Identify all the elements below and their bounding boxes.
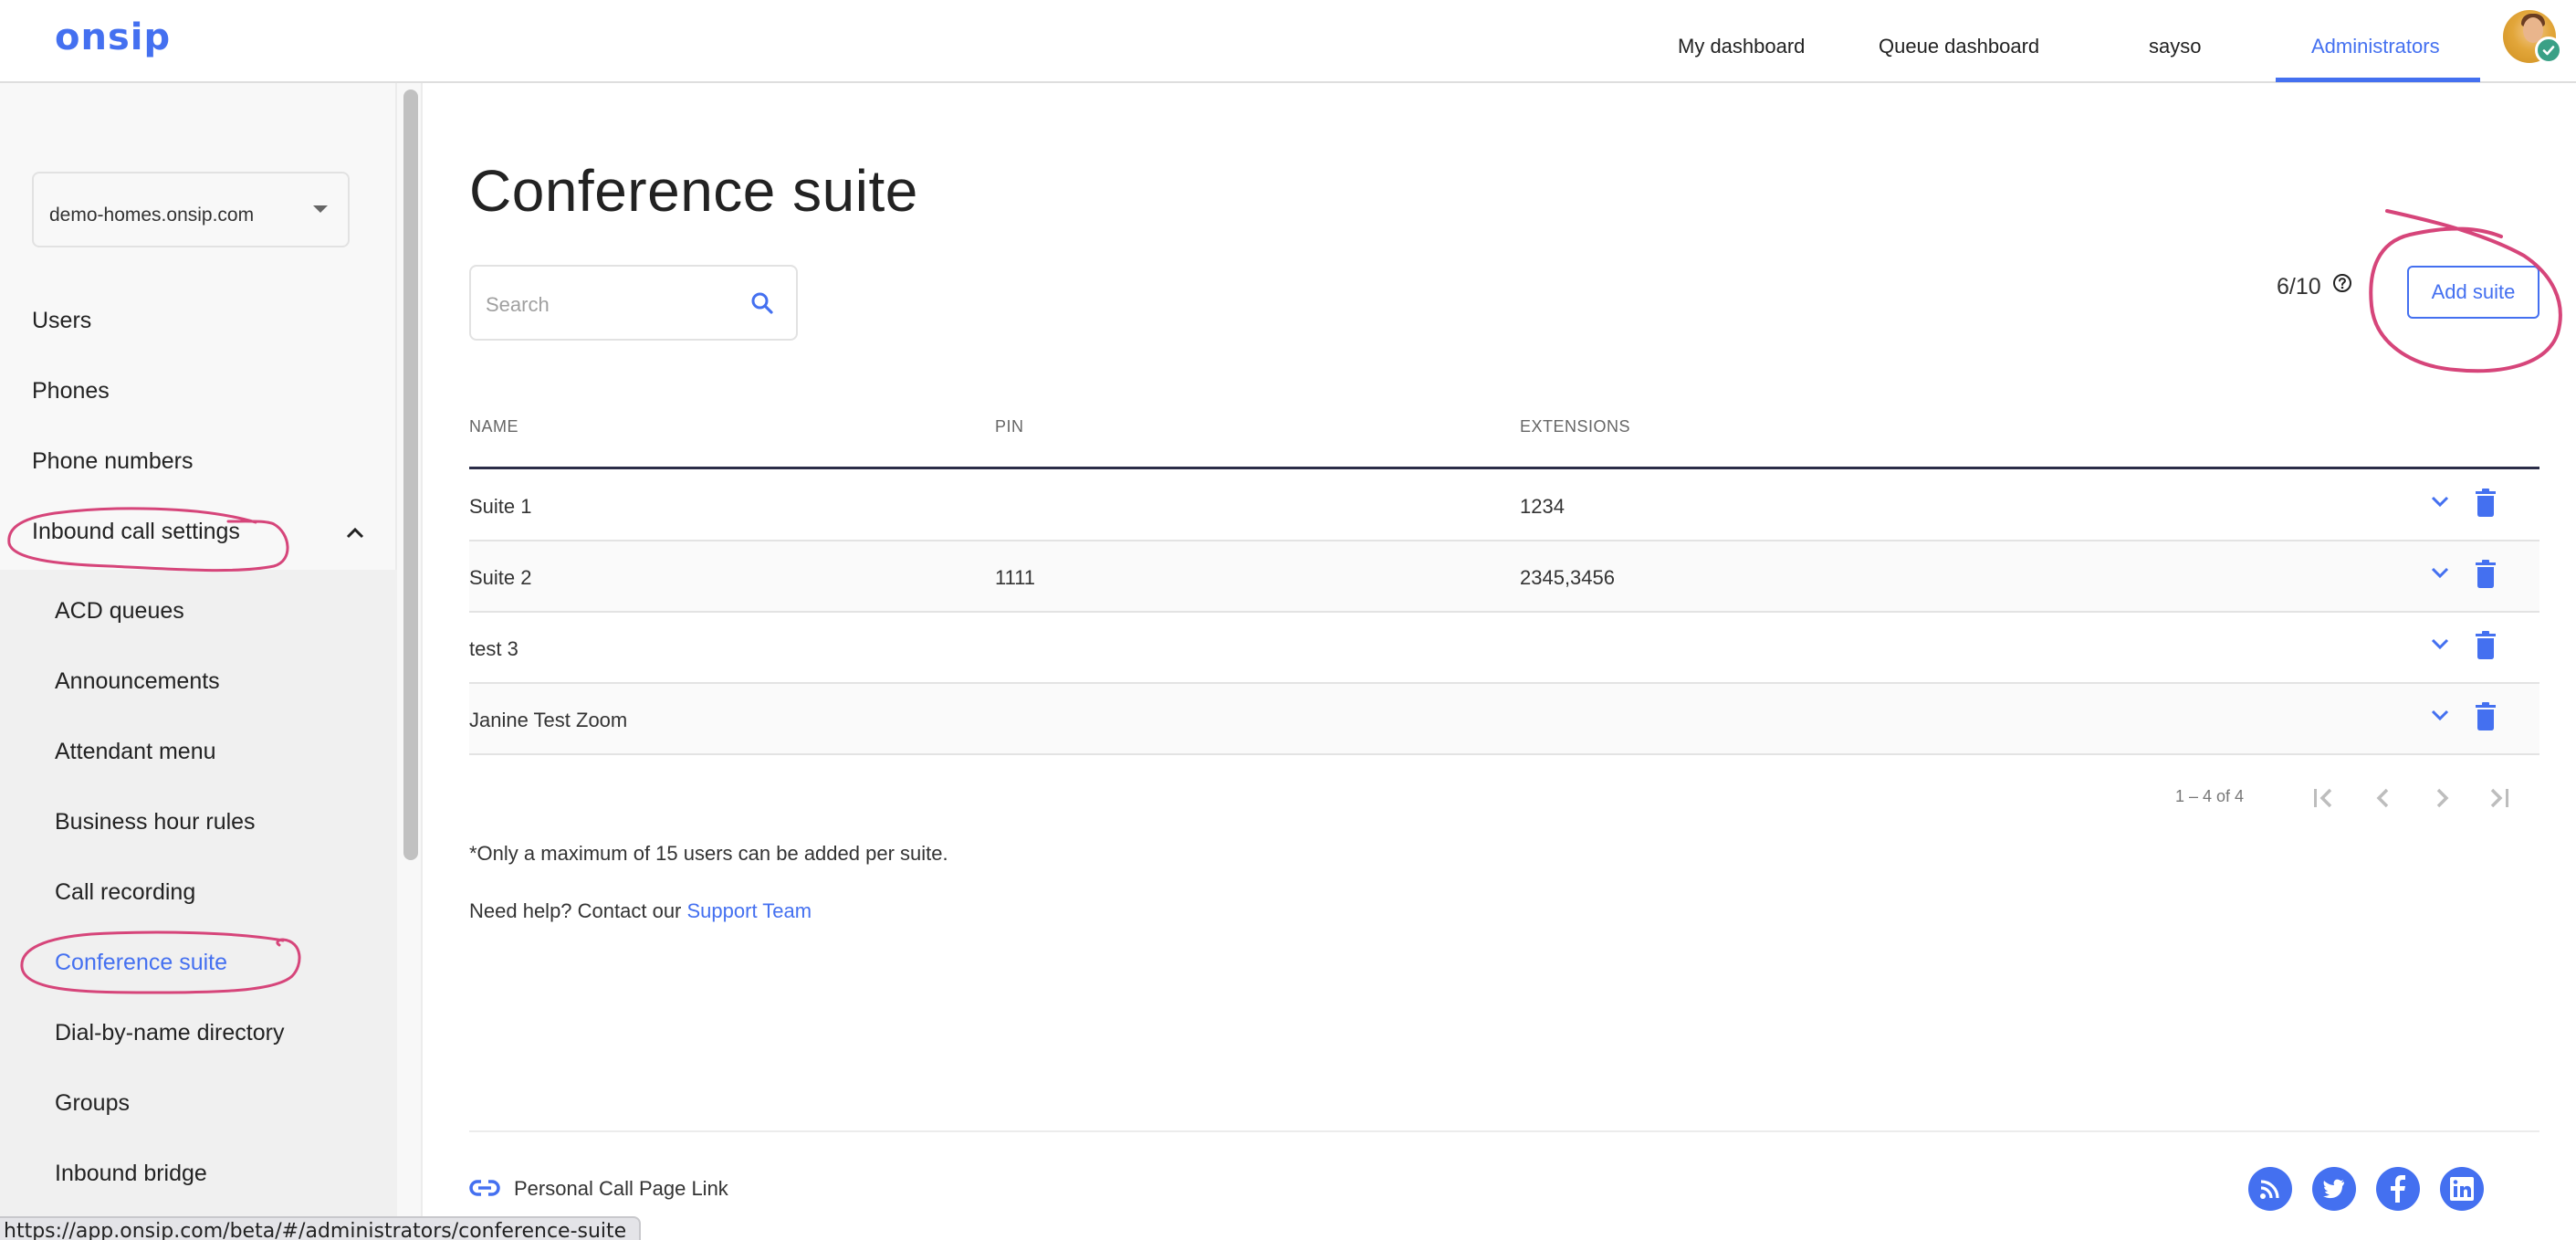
table-header-divider: [469, 467, 2539, 469]
sidebar-item-groups[interactable]: Groups: [55, 1090, 130, 1117]
column-header-extensions[interactable]: EXTENSIONS: [1520, 417, 1630, 436]
help-icon[interactable]: [2332, 273, 2352, 298]
cell-extensions: 1234: [1520, 495, 1565, 518]
table-row[interactable]: test 3: [469, 613, 2539, 684]
dropdown-caret-icon: [313, 205, 328, 213]
top-bar: onsip My dashboard Queue dashboard sayso…: [0, 0, 2576, 83]
delete-trash-icon[interactable]: [2475, 560, 2497, 594]
user-avatar[interactable]: [2503, 10, 2562, 64]
cell-name: Janine Test Zoom: [469, 709, 628, 731]
last-page-icon[interactable]: [2487, 785, 2511, 815]
table-row[interactable]: Janine Test Zoom: [469, 684, 2539, 755]
sidebar-item-inbound-bridge[interactable]: Inbound bridge: [55, 1161, 207, 1187]
expand-chevron-down-icon[interactable]: [2430, 636, 2450, 656]
domain-select[interactable]: demo-homes.onsip.com: [32, 172, 350, 247]
add-suite-button[interactable]: Add suite: [2407, 266, 2539, 319]
nav-administrators[interactable]: Administrators: [2311, 0, 2440, 83]
sidebar-item-phone-numbers[interactable]: Phone numbers: [32, 448, 194, 475]
cell-extensions: 2345,3456: [1520, 566, 1615, 589]
search-icon[interactable]: [750, 291, 774, 320]
cell-name: test 3: [469, 637, 518, 660]
column-header-name[interactable]: NAME: [469, 417, 518, 436]
twitter-icon[interactable]: [2312, 1167, 2356, 1211]
suite-quota: 6/10: [2277, 274, 2321, 299]
footer-divider: [469, 1130, 2539, 1132]
link-icon: [469, 1179, 500, 1202]
page-title: Conference suite: [469, 158, 918, 224]
browser-status-url: https://app.onsip.com/beta/#/administrat…: [0, 1216, 642, 1240]
sidebar-item-attendant-menu[interactable]: Attendant menu: [55, 739, 216, 765]
active-tab-indicator: [2276, 78, 2480, 82]
rss-icon[interactable]: [2248, 1167, 2292, 1211]
max-users-note: *Only a maximum of 15 users can be added…: [469, 842, 948, 865]
table-row[interactable]: Suite 1 1234: [469, 470, 2539, 541]
pagination-range: 1 – 4 of 4: [2175, 787, 2245, 805]
sidebar-item-business-hour-rules[interactable]: Business hour rules: [55, 809, 256, 835]
sidebar-item-dial-by-name-directory[interactable]: Dial-by-name directory: [55, 1020, 284, 1046]
cell-name: Suite 1: [469, 495, 532, 518]
cell-name: Suite 2: [469, 566, 532, 589]
facebook-icon[interactable]: [2376, 1167, 2420, 1211]
onsip-logo[interactable]: onsip: [55, 16, 171, 58]
sidebar-item-conference-suite[interactable]: Conference suite: [55, 950, 227, 976]
linkedin-icon[interactable]: [2440, 1167, 2484, 1211]
column-header-pin[interactable]: PIN: [995, 417, 1024, 436]
delete-trash-icon[interactable]: [2475, 702, 2497, 736]
nav-sayso[interactable]: sayso: [2149, 0, 2201, 83]
nav-my-dashboard[interactable]: My dashboard: [1678, 0, 1805, 83]
sidebar-item-inbound-call-settings[interactable]: Inbound call settings: [32, 519, 240, 545]
check-icon: [2535, 37, 2562, 64]
table-row[interactable]: Suite 2 1111 2345,3456: [469, 541, 2539, 613]
delete-trash-icon[interactable]: [2475, 489, 2497, 522]
expand-chevron-down-icon[interactable]: [2430, 708, 2450, 727]
expand-chevron-down-icon[interactable]: [2430, 494, 2450, 513]
next-page-icon[interactable]: [2430, 785, 2454, 815]
domain-select-value: demo-homes.onsip.com: [49, 205, 255, 226]
sidebar-item-acd-queues[interactable]: ACD queues: [55, 598, 184, 625]
personal-call-page-link[interactable]: Personal Call Page Link: [514, 1177, 728, 1201]
sidebar-item-phones[interactable]: Phones: [32, 378, 110, 405]
sidebar-item-users[interactable]: Users: [32, 308, 91, 334]
cell-pin: 1111: [995, 566, 1036, 589]
chevron-up-icon[interactable]: [345, 525, 365, 544]
sidebar-item-announcements[interactable]: Announcements: [55, 668, 220, 695]
nav-queue-dashboard[interactable]: Queue dashboard: [1879, 0, 2039, 83]
sidebar-item-call-recording[interactable]: Call recording: [55, 879, 195, 906]
help-text: Need help? Contact our Support Team: [469, 899, 812, 923]
previous-page-icon[interactable]: [2372, 785, 2395, 815]
help-prefix: Need help? Contact our: [469, 899, 687, 922]
delete-trash-icon[interactable]: [2475, 631, 2497, 665]
first-page-icon[interactable]: [2312, 785, 2336, 815]
sidebar-scrollbar-thumb[interactable]: [403, 89, 418, 860]
support-team-link[interactable]: Support Team: [687, 899, 812, 922]
expand-chevron-down-icon[interactable]: [2430, 565, 2450, 584]
search-input[interactable]: [486, 289, 732, 321]
search-field[interactable]: [469, 265, 798, 341]
